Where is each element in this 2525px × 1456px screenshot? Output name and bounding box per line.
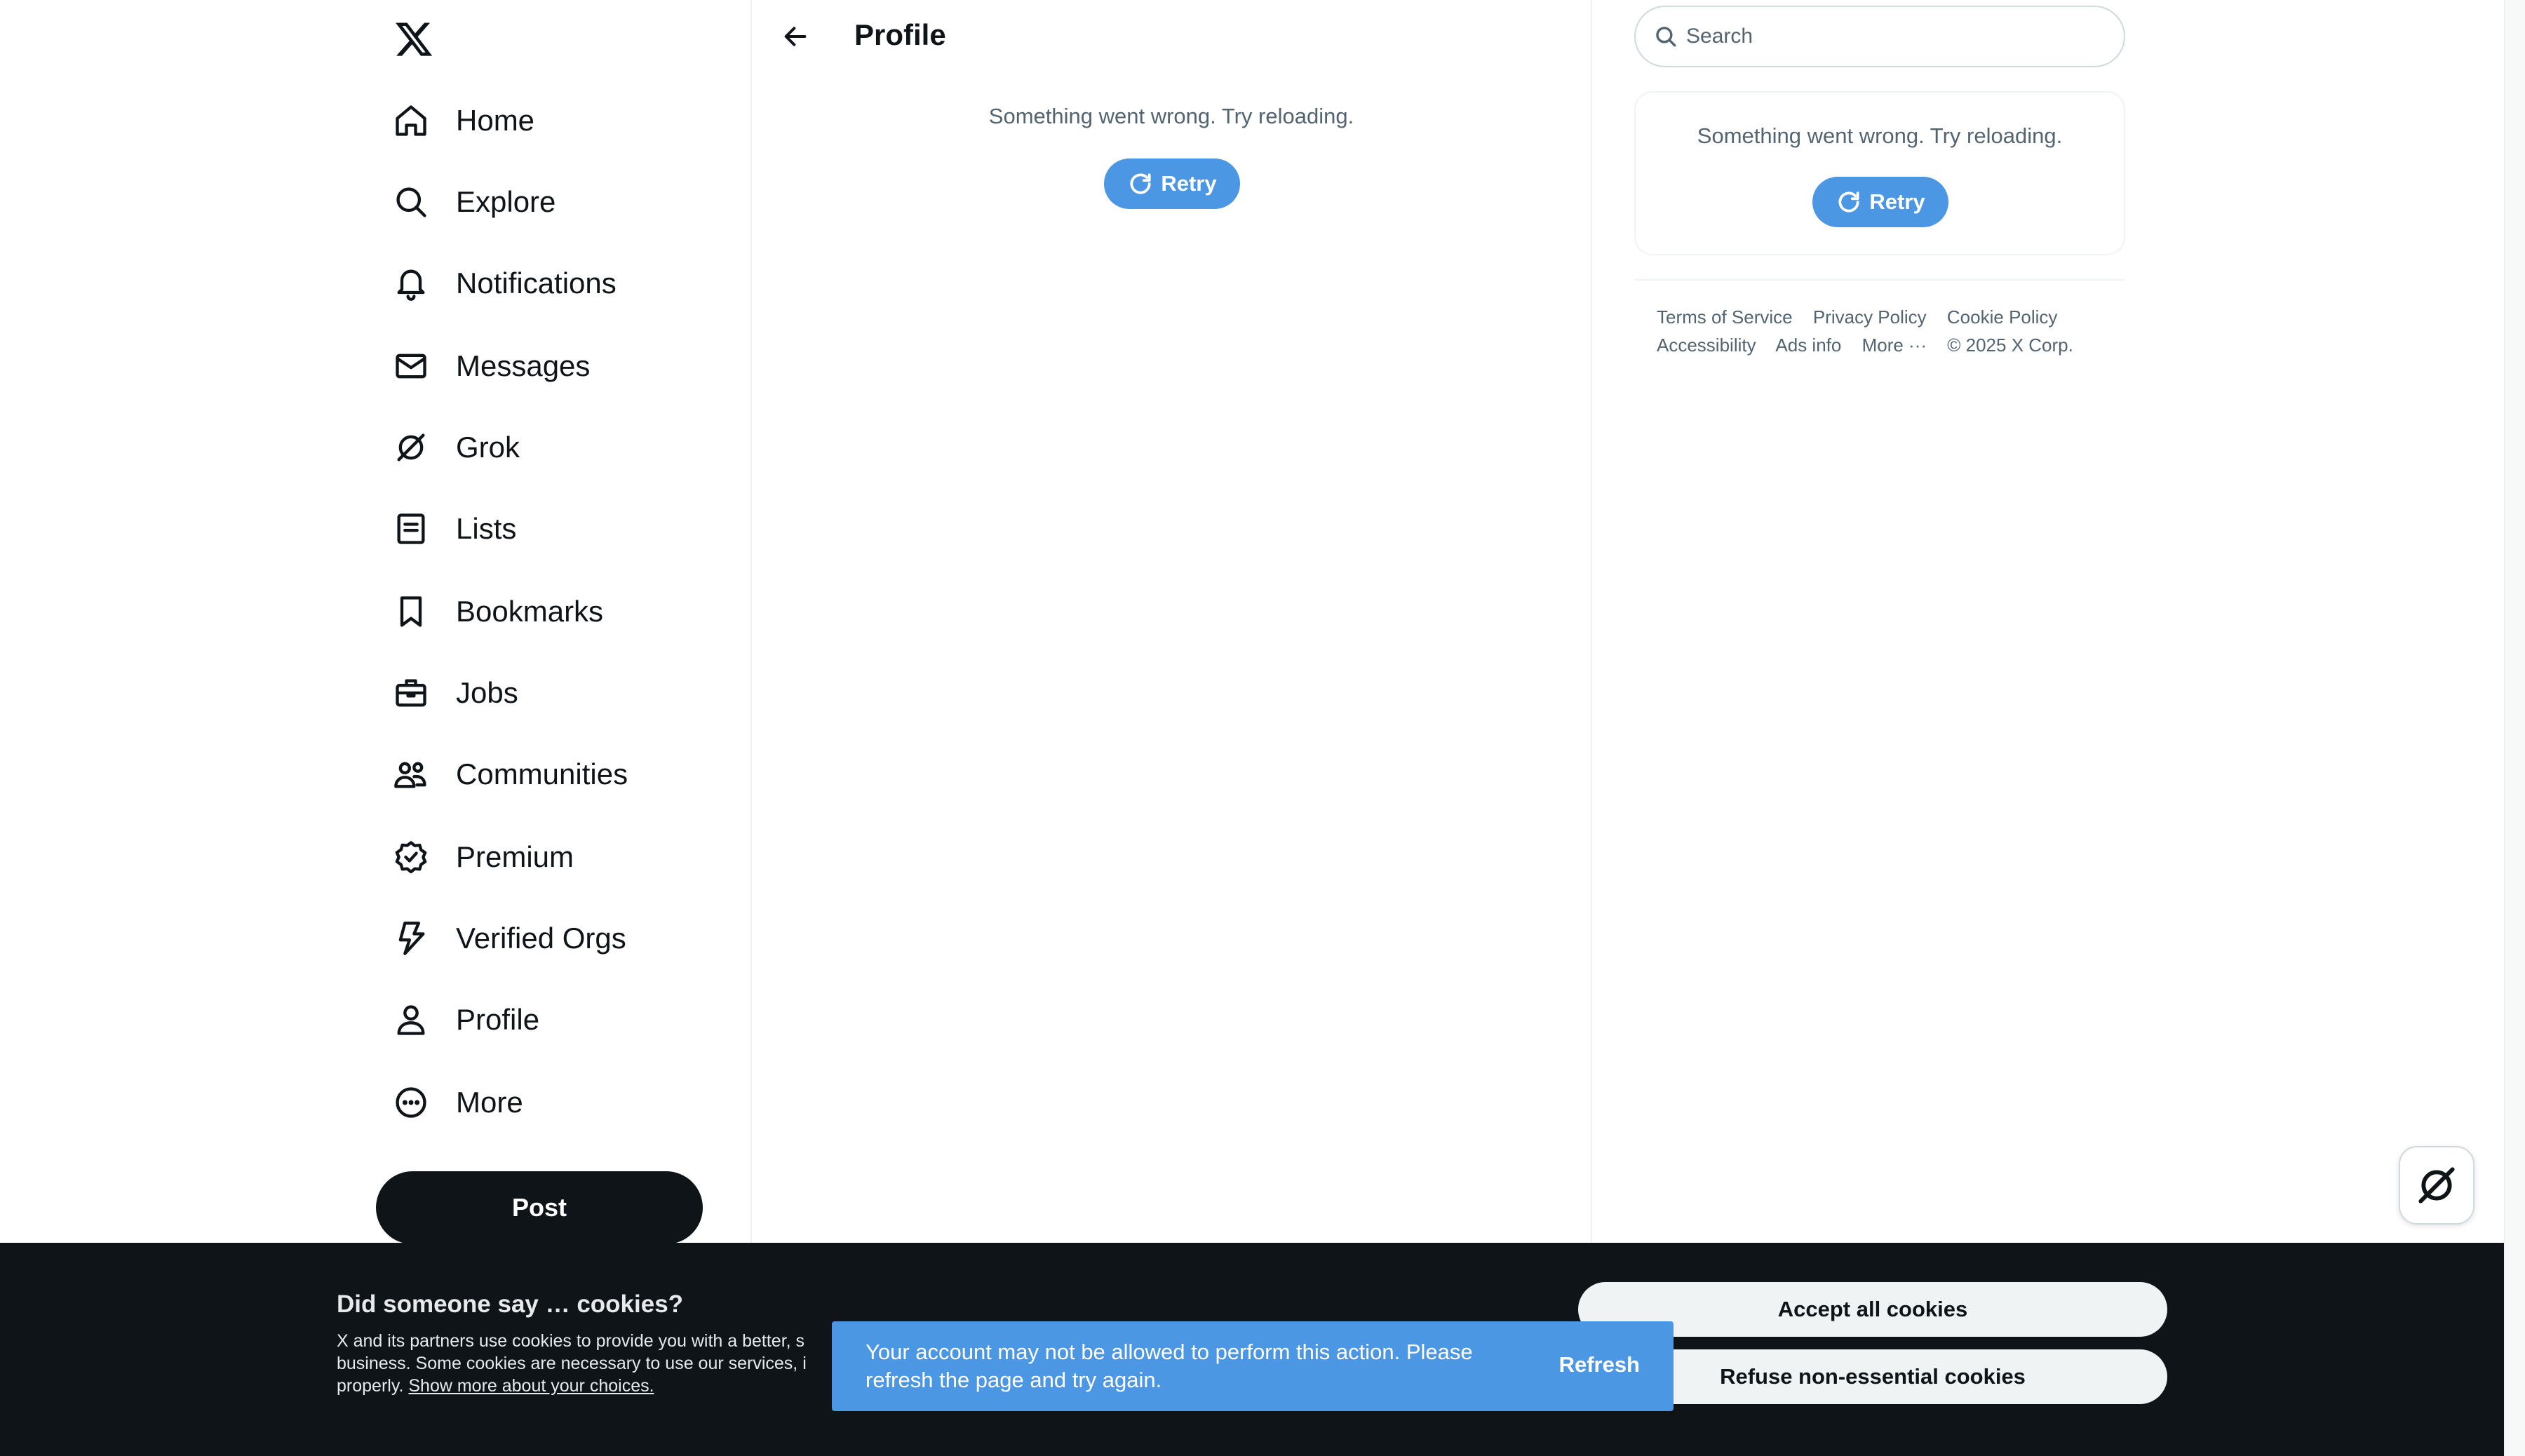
divider (1634, 279, 2125, 281)
show-more-choices-link[interactable]: Show more about your choices. (408, 1376, 654, 1396)
error-message: Something went wrong. Try reloading. (1697, 123, 2063, 148)
cookie-text-line: business. Some cookies are necessary to … (337, 1354, 807, 1373)
nav-item-verified-orgs[interactable]: Verified Orgs (390, 903, 626, 973)
search-bar[interactable] (1634, 6, 2125, 67)
nav-item-label: Grok (456, 431, 520, 464)
page-header: Profile (752, 0, 1591, 74)
accessibility-link[interactable]: Accessibility (1657, 335, 1756, 356)
retry-button[interactable]: Retry (1104, 159, 1240, 209)
search-input[interactable] (1686, 25, 2079, 48)
nav-item-label: Notifications (456, 267, 617, 299)
ads-info-link[interactable]: Ads info (1775, 335, 1841, 356)
more-link[interactable]: More ··· (1862, 335, 1927, 356)
copyright: © 2025 X Corp. (1947, 335, 2073, 356)
page-title: Profile (854, 18, 946, 51)
search-icon (1656, 27, 1676, 47)
nav-item-label: Jobs (456, 676, 518, 709)
error-message: Something went wrong. Try reloading. (988, 104, 1354, 128)
nav-item-more[interactable]: More (390, 1067, 523, 1138)
terms-link[interactable]: Terms of Service (1657, 306, 1793, 328)
back-button[interactable] (773, 14, 818, 59)
retry-label: Retry (1161, 171, 1217, 196)
retry-button[interactable]: Retry (1812, 177, 1948, 227)
search-icon (390, 181, 432, 223)
cookie-description: X and its partners use cookies to provid… (337, 1330, 870, 1397)
grok-icon (2418, 1167, 2455, 1204)
nav-item-home[interactable]: Home (390, 86, 534, 156)
nav-item-explore[interactable]: Explore (390, 167, 556, 237)
grok-floating-button[interactable] (2399, 1146, 2474, 1225)
nav-item-label: Verified Orgs (456, 922, 626, 955)
error-toast: Your account may not be allowed to perfo… (832, 1321, 1674, 1411)
nav-item-profile[interactable]: Profile (390, 985, 539, 1055)
nav-item-grok[interactable]: Grok (390, 412, 520, 483)
cookie-text-line: X and its partners use cookies to provid… (337, 1331, 805, 1351)
toast-message: Your account may not be allowed to perfo… (866, 1340, 1473, 1392)
people-icon (390, 753, 432, 795)
nav-item-label: Explore (456, 185, 556, 218)
lightning-icon (390, 917, 432, 959)
verified-badge-icon (390, 836, 432, 878)
nav-item-label: More (456, 1086, 523, 1119)
post-button[interactable]: Post (376, 1171, 703, 1244)
briefcase-icon (390, 672, 432, 714)
footer-links: Terms of Service Privacy Policy Cookie P… (1657, 303, 2120, 359)
left-sidebar-nav: Home Explore Notifications Messages Grok… (376, 0, 752, 1244)
home-icon (390, 100, 432, 142)
nav-item-label: Premium (456, 840, 574, 873)
privacy-link[interactable]: Privacy Policy (1813, 306, 1927, 328)
nav-item-notifications[interactable]: Notifications (390, 248, 617, 318)
envelope-icon (390, 345, 432, 387)
list-icon (390, 508, 432, 550)
nav-item-label: Lists (456, 512, 517, 545)
scrollbar[interactable] (2504, 0, 2525, 1456)
person-icon (390, 999, 432, 1041)
nav-item-label: Profile (456, 1003, 540, 1036)
retry-label: Retry (1869, 189, 1925, 214)
nav-item-messages[interactable]: Messages (390, 331, 590, 401)
nav-item-lists[interactable]: Lists (390, 494, 516, 564)
arrow-left-icon (784, 27, 807, 46)
nav-item-label: Bookmarks (456, 595, 604, 628)
main-column: Profile Something went wrong. Try reload… (750, 0, 1592, 1243)
refresh-icon (1838, 191, 1859, 213)
nav-item-label: Communities (456, 757, 628, 790)
bell-icon (390, 262, 432, 304)
trends-error-card: Something went wrong. Try reloading. Ret… (1634, 91, 2125, 255)
cookie-title: Did someone say … cookies? (337, 1290, 684, 1318)
nav-item-bookmarks[interactable]: Bookmarks (390, 577, 603, 647)
nav-item-premium[interactable]: Premium (390, 822, 574, 892)
nav-item-jobs[interactable]: Jobs (390, 658, 518, 728)
x-logo-icon[interactable] (390, 15, 438, 63)
nav-item-label: Messages (456, 349, 591, 382)
cookie-text-line: properly. (337, 1376, 409, 1396)
refresh-button[interactable]: Refresh (1559, 1352, 1640, 1377)
grok-icon (390, 426, 432, 469)
right-sidebar: Something went wrong. Try reloading. Ret… (1634, 0, 2125, 1243)
nav-item-communities[interactable]: Communities (390, 739, 628, 809)
more-circle-icon (390, 1081, 432, 1124)
cookie-policy-link[interactable]: Cookie Policy (1947, 306, 2058, 328)
bookmark-icon (390, 591, 432, 633)
nav-item-label: Home (456, 104, 535, 137)
refresh-icon (1130, 173, 1151, 194)
